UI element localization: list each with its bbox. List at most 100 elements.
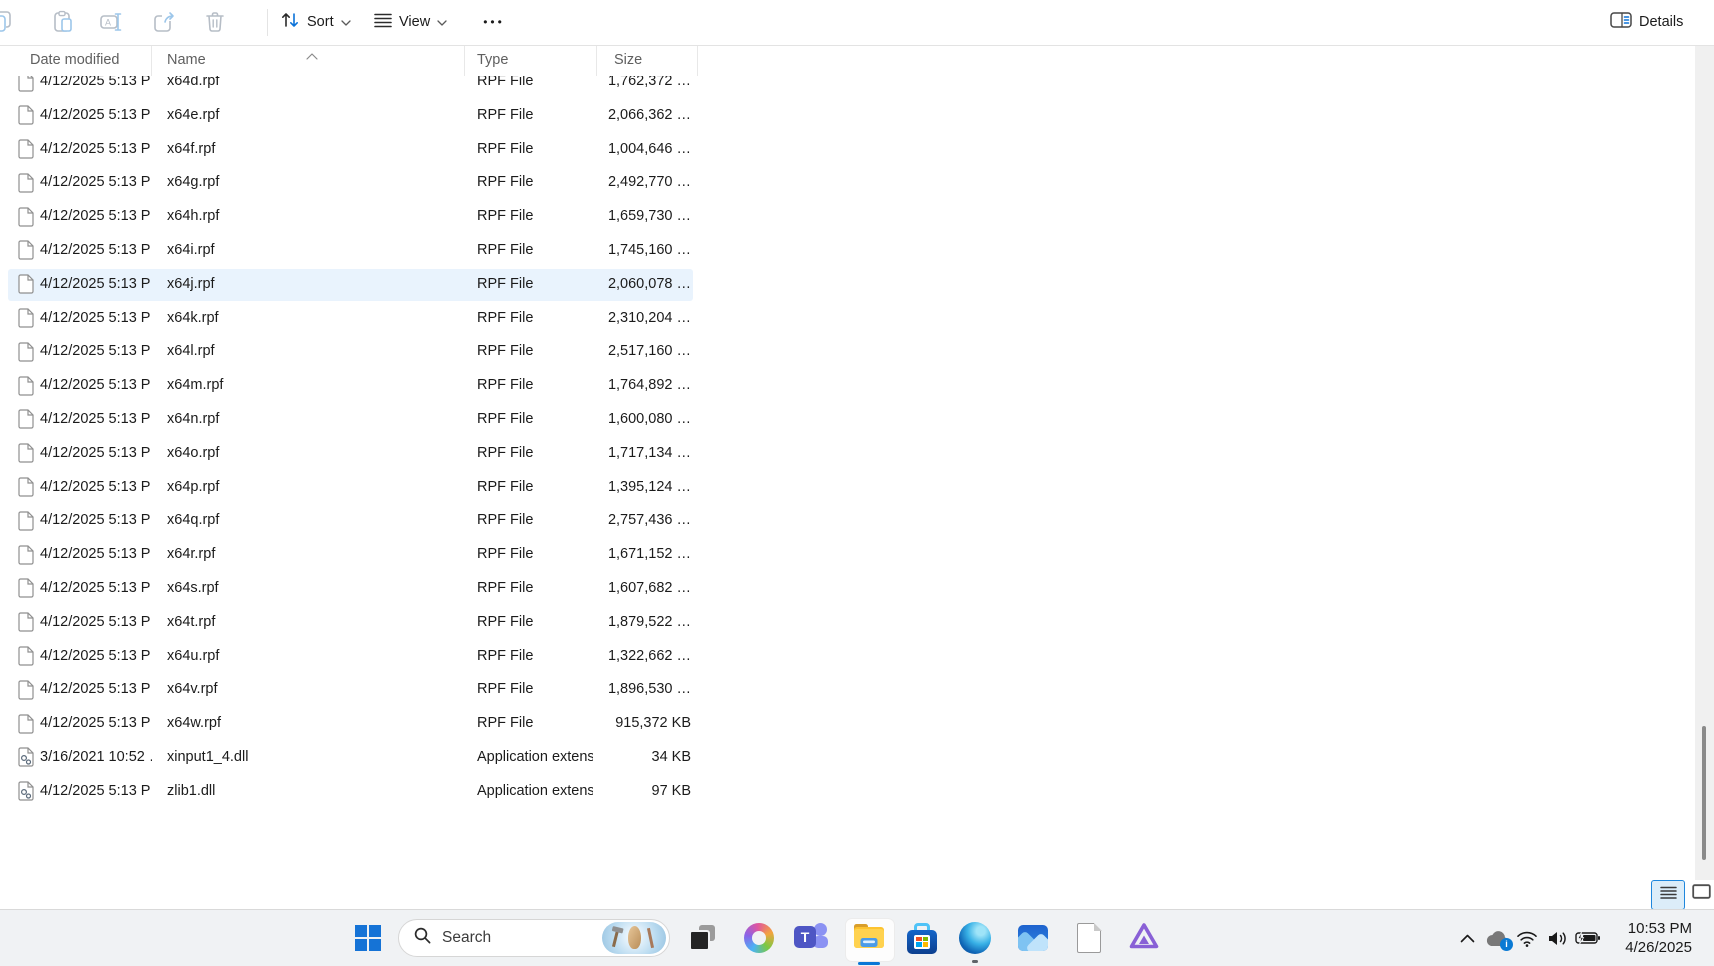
scrollbar-thumb[interactable] [1702,726,1706,860]
task-view-icon [689,925,715,951]
table-row[interactable]: 4/12/2025 5:13 P… x64j.rpf RPF File 2,060,0… [0,268,1695,302]
file-explorer-icon [852,922,886,955]
paste-icon[interactable] [50,10,76,34]
jellyfin-button[interactable] [1124,910,1164,966]
taskbar-clock[interactable]: 10:53 PM 4/26/2025 [1606,919,1692,957]
file-name: x64r.rpf [167,546,216,563]
table-row[interactable]: 4/12/2025 5:13 P… x64k.rpf RPF File 2,310,2… [0,302,1695,336]
column-type[interactable]: Type [477,52,508,68]
table-row[interactable]: 4/12/2025 5:13 P… x64m.rpf RPF File 1,764,8… [0,369,1695,403]
microsoft-store-button[interactable] [902,910,942,966]
table-row[interactable]: 4/12/2025 5:13 P… x64g.rpf RPF File 2,492,7… [0,166,1695,200]
volume-icon[interactable] [1542,918,1572,958]
file-size: 1,004,646 … [607,140,691,157]
table-row[interactable]: 4/12/2025 5:13 P… x64u.rpf RPF File 1,322,6… [0,640,1695,674]
copilot-button[interactable] [739,910,779,966]
details-pane-icon [1610,11,1632,33]
table-row[interactable]: 3/16/2021 10:52 … xinput1_4.dll Applicatio… [0,741,1695,775]
table-row[interactable]: 4/12/2025 5:13 P… x64n.rpf RPF File 1,600,0… [0,403,1695,437]
thumbnails-view-toggle[interactable] [1690,884,1712,904]
dll-file-icon [18,781,34,801]
details-view-toggle[interactable] [1651,880,1685,910]
table-row[interactable]: 4/12/2025 5:13 P… x64e.rpf RPF File 2,066,3… [0,99,1695,133]
details-pane-button[interactable]: Details [1602,6,1691,38]
file-type: RPF File [477,512,534,529]
hidden-icons-chevron[interactable] [1452,918,1482,958]
onedrive-icon[interactable]: i [1482,918,1513,958]
copy-icon[interactable] [0,10,14,34]
file-list: 4/12/2025 5:13 P…x64d.rpfRPF File1,762,3… [0,65,1695,810]
photos-button[interactable] [1013,910,1053,966]
share-icon[interactable] [151,10,177,34]
file-explorer-button[interactable] [845,910,895,966]
table-row[interactable]: 4/12/2025 5:13 P… x64f.rpf RPF File 1,004,6… [0,133,1695,167]
table-row[interactable]: 4/12/2025 5:13 P… x64s.rpf RPF File 1,607,6… [0,572,1695,606]
battery-charging-icon[interactable] [1572,918,1602,958]
file-name: x64w.rpf [167,715,221,732]
more-dots-icon: ••• [483,15,505,29]
file-date-modified: 4/12/2025 5:13 P… [40,546,152,563]
file-name: x64v.rpf [167,681,218,698]
table-row[interactable]: 4/12/2025 5:13 P… x64v.rpf RPF File 1,896,5… [0,673,1695,707]
table-row[interactable]: 4/12/2025 5:13 P… x64t.rpf RPF File 1,879,5… [0,606,1695,640]
file-size: 2,492,770 … [607,174,691,191]
table-row[interactable]: 4/12/2025 5:13 P… x64w.rpf RPF File 915,372… [0,707,1695,741]
task-view-button[interactable] [682,910,722,966]
onedrive-info-badge: i [1500,937,1513,951]
document-icon [1077,922,1102,953]
file-size: 1,607,682 … [607,579,691,596]
thumbnails-view-icon [1691,884,1711,904]
system-tray: i 10:53 PM 4/26/2025 [1452,910,1714,966]
file-size: 97 KB [651,782,692,799]
file-date-modified: 4/12/2025 5:13 P… [40,410,152,427]
more-options-button[interactable]: ••• [472,6,516,38]
microsoft-store-icon [907,922,937,954]
file-size: 1,671,152 … [607,546,691,563]
file-name: x64s.rpf [167,579,219,596]
file-type: RPF File [477,613,534,630]
sort-button[interactable]: Sort [272,6,359,38]
view-button[interactable]: View [366,6,455,38]
table-row[interactable]: 4/12/2025 5:13 P… x64p.rpf RPF File 1,395,1… [0,471,1695,505]
column-separator[interactable] [697,46,698,76]
sort-arrows-icon [280,11,300,33]
explorer-toolbar: A Sort View ••• Details [0,0,1714,46]
file-size: 1,600,080 … [607,410,691,427]
vertical-scrollbar[interactable] [1695,46,1714,880]
column-separator[interactable] [596,46,597,76]
delete-icon[interactable] [202,10,228,34]
taskbar-search-input[interactable]: Search [398,919,670,957]
document-app-button[interactable] [1069,910,1109,966]
column-size[interactable]: Size [614,52,642,68]
wifi-icon[interactable] [1512,918,1542,958]
start-button[interactable] [348,910,388,966]
file-size: 1,659,730 … [607,208,691,225]
table-row[interactable]: 4/12/2025 5:13 P… x64h.rpf RPF File 1,659,7… [0,200,1695,234]
windows-logo-icon [355,925,381,951]
column-separator[interactable] [464,46,465,76]
table-row[interactable]: 4/12/2025 5:13 P… x64i.rpf RPF File 1,745,1… [0,234,1695,268]
column-date-modified[interactable]: Date modified [30,52,119,68]
table-row[interactable]: 4/12/2025 5:13 P… x64o.rpf RPF File 1,717,1… [0,437,1695,471]
file-date-modified: 3/16/2021 10:52 … [40,748,152,765]
table-row[interactable]: 4/12/2025 5:13 P… x64l.rpf RPF File 2,517,1… [0,335,1695,369]
search-highlight-image[interactable] [602,922,666,954]
svg-text:A: A [105,18,111,28]
file-name: x64l.rpf [167,343,215,360]
file-type: Application extens… [477,748,593,765]
table-row[interactable]: 4/12/2025 5:13 P… zlib1.dll Application ex… [0,775,1695,809]
view-lines-icon [374,13,392,32]
file-icon [18,173,34,193]
rename-icon[interactable]: A [98,10,124,34]
edge-button[interactable] [955,910,995,966]
file-date-modified: 4/12/2025 5:13 P… [40,309,152,326]
copilot-icon [744,923,774,953]
file-date-modified: 4/12/2025 5:13 P… [40,613,152,630]
table-row[interactable]: 4/12/2025 5:13 P… x64r.rpf RPF File 1,671,1… [0,538,1695,572]
column-separator[interactable] [151,46,152,76]
teams-button[interactable]: T [792,910,832,966]
teams-icon: T [794,923,830,953]
table-row[interactable]: 4/12/2025 5:13 P… x64q.rpf RPF File 2,757,4… [0,504,1695,538]
file-size: 2,517,160 … [607,343,691,360]
column-name[interactable]: Name [167,52,206,68]
